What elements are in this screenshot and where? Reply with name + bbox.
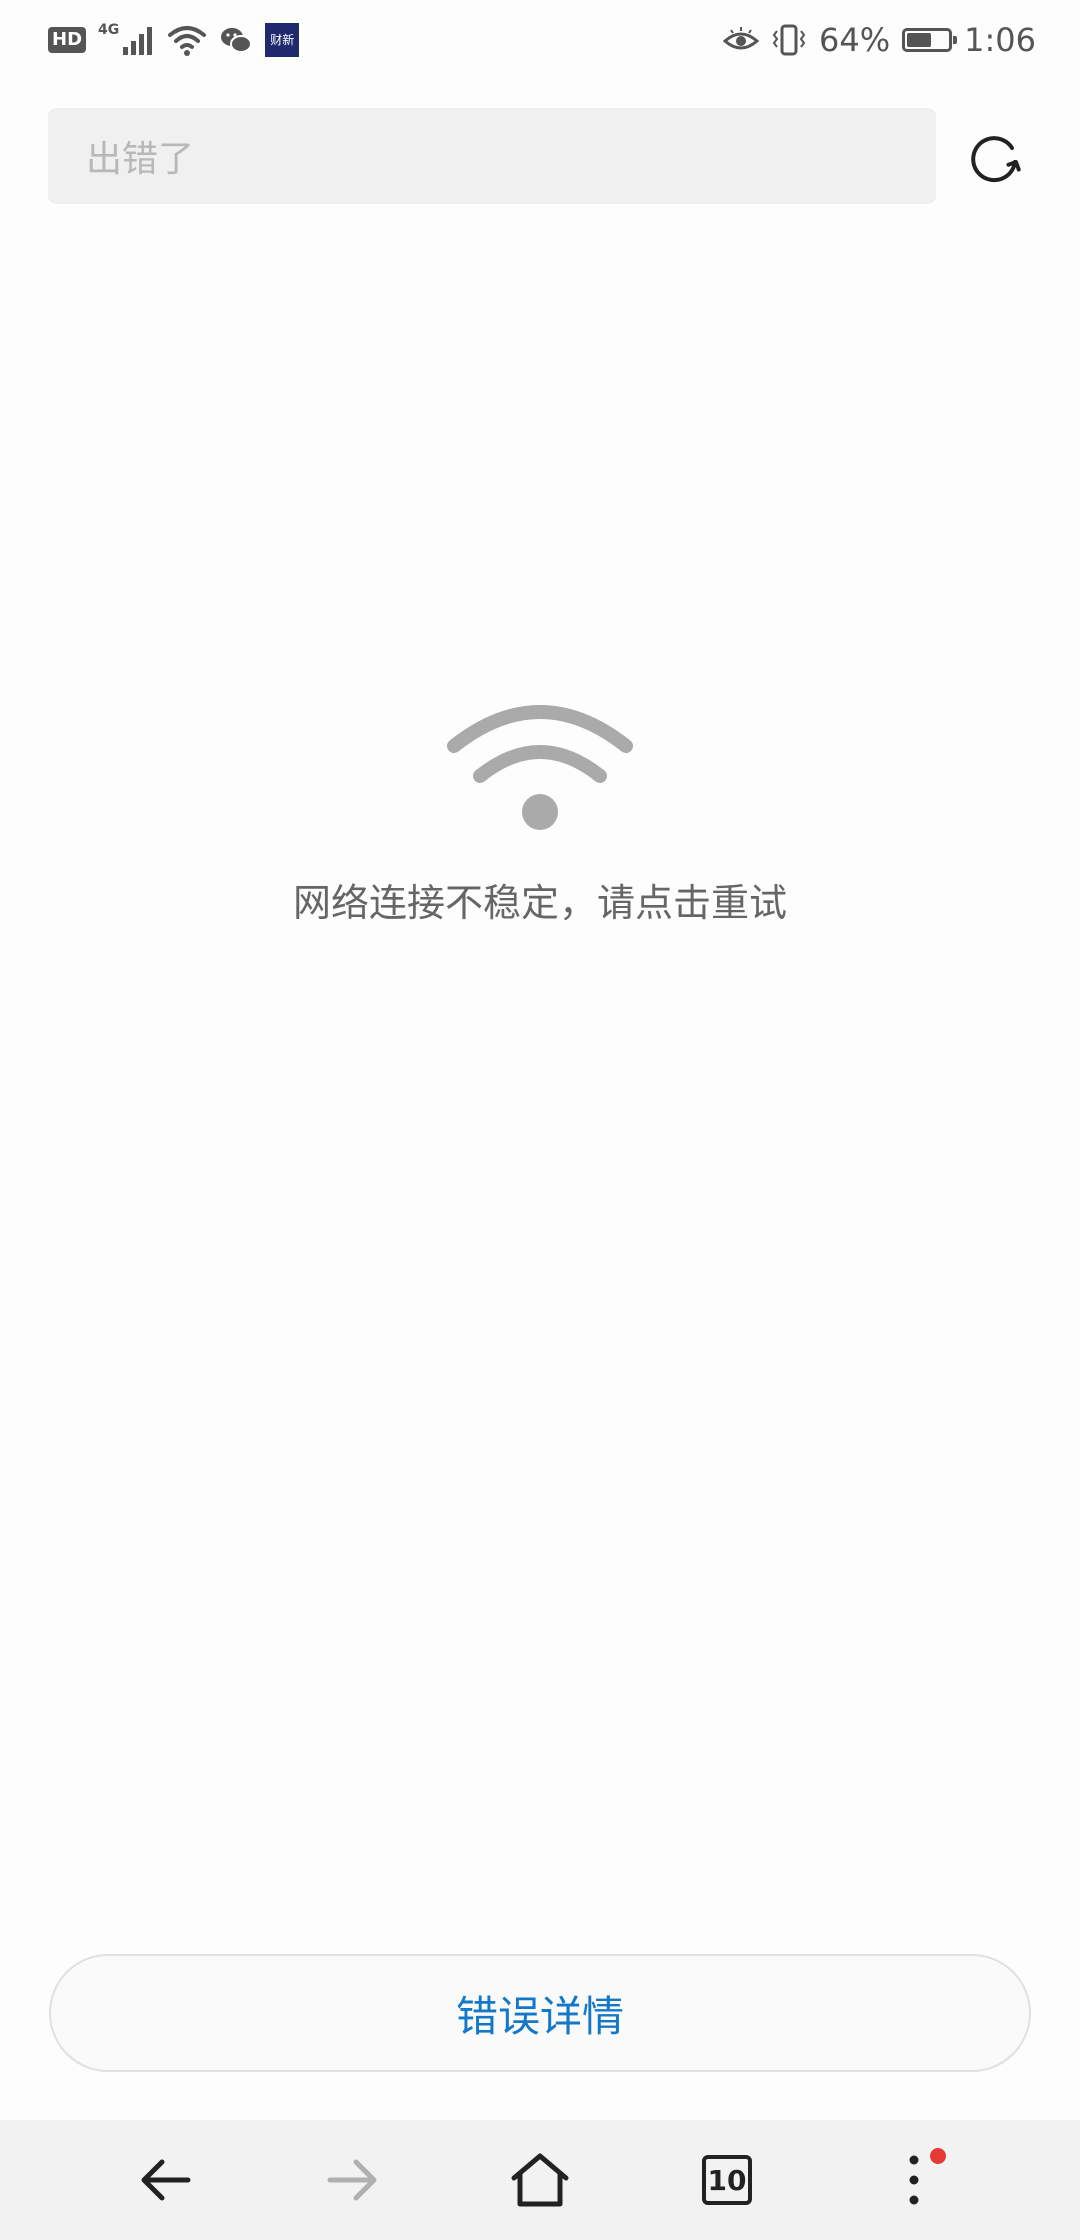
menu-button[interactable] bbox=[874, 2140, 954, 2220]
notification-dot bbox=[930, 2148, 946, 2164]
back-arrow-icon bbox=[141, 2159, 191, 2201]
error-message: 网络连接不稳定，请点击重试 bbox=[292, 881, 787, 925]
network-type: 4G bbox=[98, 22, 120, 38]
battery-percent: 64% bbox=[819, 21, 891, 59]
url-bar[interactable]: 出错了 bbox=[48, 108, 936, 204]
eye-icon bbox=[723, 27, 760, 50]
caixin-app-icon: 财新 bbox=[265, 23, 300, 57]
error-details-label: 错误详情 bbox=[455, 1991, 624, 2041]
home-button[interactable] bbox=[500, 2140, 580, 2220]
hd-badge: HD bbox=[48, 27, 87, 53]
battery-icon bbox=[902, 28, 958, 52]
back-button[interactable] bbox=[126, 2140, 206, 2220]
tabs-button[interactable]: 10 bbox=[687, 2140, 767, 2220]
wechat-icon bbox=[221, 28, 253, 53]
bottom-nav: 10 bbox=[0, 2120, 1080, 2240]
tab-count: 10 bbox=[702, 2155, 752, 2205]
status-right: 64% 1:06 bbox=[723, 18, 1036, 62]
signal-icon bbox=[123, 27, 153, 55]
status-left: HD 4G 财新 bbox=[48, 18, 300, 62]
clock: 1:06 bbox=[964, 21, 1036, 59]
wifi-icon bbox=[447, 705, 633, 830]
url-bar-text: 出错了 bbox=[86, 139, 195, 180]
reload-icon[interactable] bbox=[964, 128, 1024, 188]
home-icon bbox=[511, 2153, 569, 2207]
more-vertical-icon bbox=[909, 2155, 919, 2205]
status-bar: HD 4G 财新 64% 1:06 bbox=[0, 0, 1080, 80]
error-details-button[interactable]: 错误详情 bbox=[49, 1954, 1031, 2072]
forward-button[interactable] bbox=[312, 2140, 392, 2220]
wifi-status-icon bbox=[168, 26, 207, 56]
battery-level-fill bbox=[907, 33, 932, 47]
forward-arrow-icon bbox=[327, 2159, 377, 2201]
vibrate-icon bbox=[772, 24, 806, 56]
